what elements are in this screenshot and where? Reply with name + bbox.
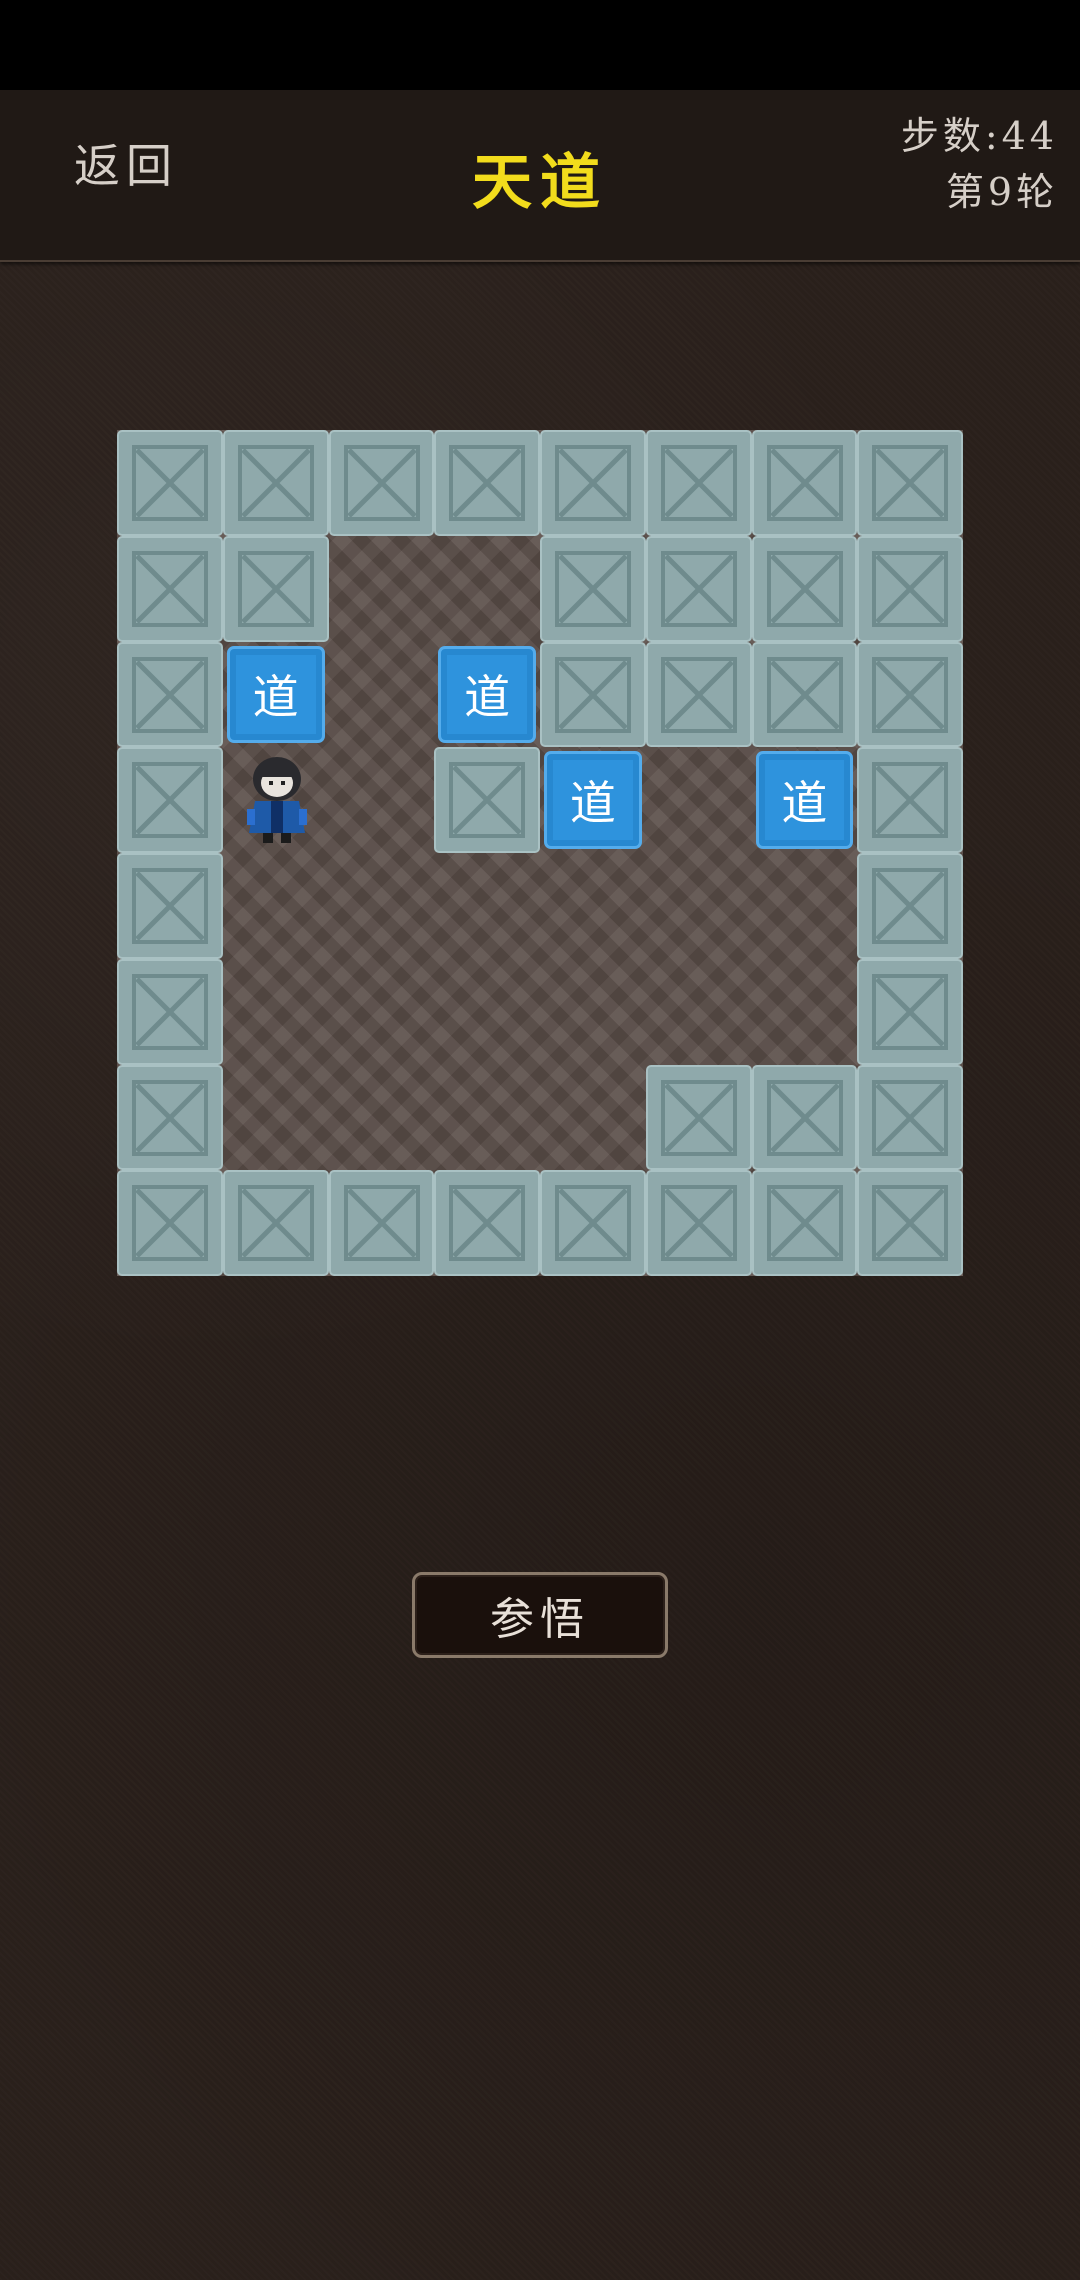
player-character-icon bbox=[246, 757, 307, 844]
step-counter: 步数:44 bbox=[900, 114, 1058, 158]
crate-x-icon bbox=[872, 1079, 949, 1156]
wall-tile bbox=[117, 1170, 223, 1276]
wall-tile bbox=[645, 535, 752, 642]
crate-x-icon bbox=[555, 656, 631, 733]
wall-tile bbox=[117, 747, 223, 853]
crate-x-icon bbox=[237, 550, 314, 627]
crate-x-icon bbox=[872, 445, 949, 521]
wall-tile bbox=[857, 1170, 963, 1276]
wall-tile bbox=[857, 641, 963, 748]
dao-box[interactable]: 道 bbox=[752, 747, 858, 853]
player-character[interactable] bbox=[223, 747, 329, 853]
round-indicator: 第9轮 bbox=[945, 170, 1058, 214]
crate-x-icon bbox=[132, 656, 208, 733]
wall-tile bbox=[328, 430, 435, 536]
comprehend-button-label: 参悟 bbox=[490, 1594, 590, 1645]
crate-x-icon bbox=[132, 445, 208, 521]
crate-x-icon bbox=[872, 550, 949, 627]
wall-tile bbox=[857, 747, 963, 853]
crate-x-icon bbox=[343, 445, 420, 521]
dao-box-label: 道 bbox=[464, 670, 511, 725]
crate-x-icon bbox=[872, 868, 949, 944]
wall-tile bbox=[645, 430, 752, 536]
crate-x-icon bbox=[660, 1185, 737, 1262]
crate-x-icon bbox=[660, 656, 737, 733]
dao-box[interactable]: 道 bbox=[434, 642, 540, 748]
wall-tile bbox=[540, 430, 646, 536]
crate-x-icon bbox=[660, 1079, 737, 1156]
crate-x-icon bbox=[343, 1185, 420, 1262]
wall-tile bbox=[222, 430, 329, 536]
header: 返回 天道 步数:44 第9轮 bbox=[0, 90, 1080, 262]
crate-x-icon bbox=[132, 973, 208, 1050]
dao-box-face: 道 bbox=[755, 751, 854, 849]
dao-box-label: 道 bbox=[252, 670, 299, 725]
crate-x-icon bbox=[872, 1185, 949, 1262]
crate-x-icon bbox=[766, 1185, 843, 1262]
wall-tile bbox=[117, 853, 223, 959]
wall-tile bbox=[857, 1064, 963, 1171]
dao-box-face: 道 bbox=[226, 645, 325, 744]
crate-x-icon bbox=[872, 656, 949, 733]
wall-tile bbox=[117, 430, 223, 536]
wall-tile bbox=[751, 535, 858, 642]
dao-box[interactable]: 道 bbox=[223, 642, 329, 748]
wall-tile bbox=[540, 641, 646, 748]
crate-x-icon bbox=[132, 1079, 208, 1156]
crate-x-icon bbox=[660, 445, 737, 521]
wall-tile bbox=[117, 1064, 223, 1171]
crate-x-icon bbox=[237, 445, 314, 521]
wall-tile bbox=[117, 641, 223, 748]
wall-tile bbox=[645, 641, 752, 748]
crate-x-icon bbox=[555, 445, 631, 521]
dao-box[interactable]: 道 bbox=[540, 747, 646, 853]
wall-tile bbox=[434, 747, 540, 853]
crate-x-icon bbox=[449, 1185, 526, 1262]
wall-tile bbox=[222, 1170, 329, 1276]
wall-tile bbox=[751, 1170, 858, 1276]
game-board[interactable]: 道道道道 bbox=[117, 430, 963, 1276]
crate-x-icon bbox=[555, 1185, 631, 1262]
wall-tile bbox=[857, 853, 963, 959]
crate-x-icon bbox=[555, 550, 631, 627]
comprehend-button[interactable]: 参悟 bbox=[412, 1572, 668, 1658]
crate-x-icon bbox=[766, 1079, 843, 1156]
wall-tile bbox=[117, 535, 223, 642]
crate-x-icon bbox=[766, 656, 843, 733]
dao-box-face: 道 bbox=[438, 645, 536, 744]
wall-tile bbox=[857, 535, 963, 642]
wall-tile bbox=[857, 430, 963, 536]
dao-box-face: 道 bbox=[544, 751, 642, 849]
crate-x-icon bbox=[449, 762, 526, 839]
wall-tile bbox=[328, 1170, 435, 1276]
crate-x-icon bbox=[237, 1185, 314, 1262]
wall-tile bbox=[645, 1064, 752, 1171]
crate-x-icon bbox=[449, 445, 526, 521]
crate-x-icon bbox=[132, 550, 208, 627]
wall-tile bbox=[434, 1170, 540, 1276]
status-bar bbox=[0, 0, 1080, 90]
wall-tile bbox=[540, 535, 646, 642]
wall-tile bbox=[751, 430, 858, 536]
wall-tile bbox=[222, 535, 329, 642]
crate-x-icon bbox=[766, 550, 843, 627]
crate-x-icon bbox=[766, 445, 843, 521]
crate-x-icon bbox=[872, 762, 949, 839]
wall-tile bbox=[857, 958, 963, 1065]
crate-x-icon bbox=[132, 1185, 208, 1262]
crate-x-icon bbox=[132, 762, 208, 839]
wall-tile bbox=[645, 1170, 752, 1276]
wall-tile bbox=[434, 430, 540, 536]
wall-tile bbox=[117, 958, 223, 1065]
wall-tile bbox=[751, 641, 858, 748]
crate-x-icon bbox=[132, 868, 208, 944]
dao-box-label: 道 bbox=[781, 776, 828, 831]
wall-tile bbox=[540, 1170, 646, 1276]
crate-x-icon bbox=[872, 973, 949, 1050]
game-stats: 步数:44 第9轮 bbox=[901, 108, 1058, 220]
crate-x-icon bbox=[660, 550, 737, 627]
wall-tile bbox=[751, 1064, 858, 1171]
dao-box-label: 道 bbox=[569, 776, 616, 831]
